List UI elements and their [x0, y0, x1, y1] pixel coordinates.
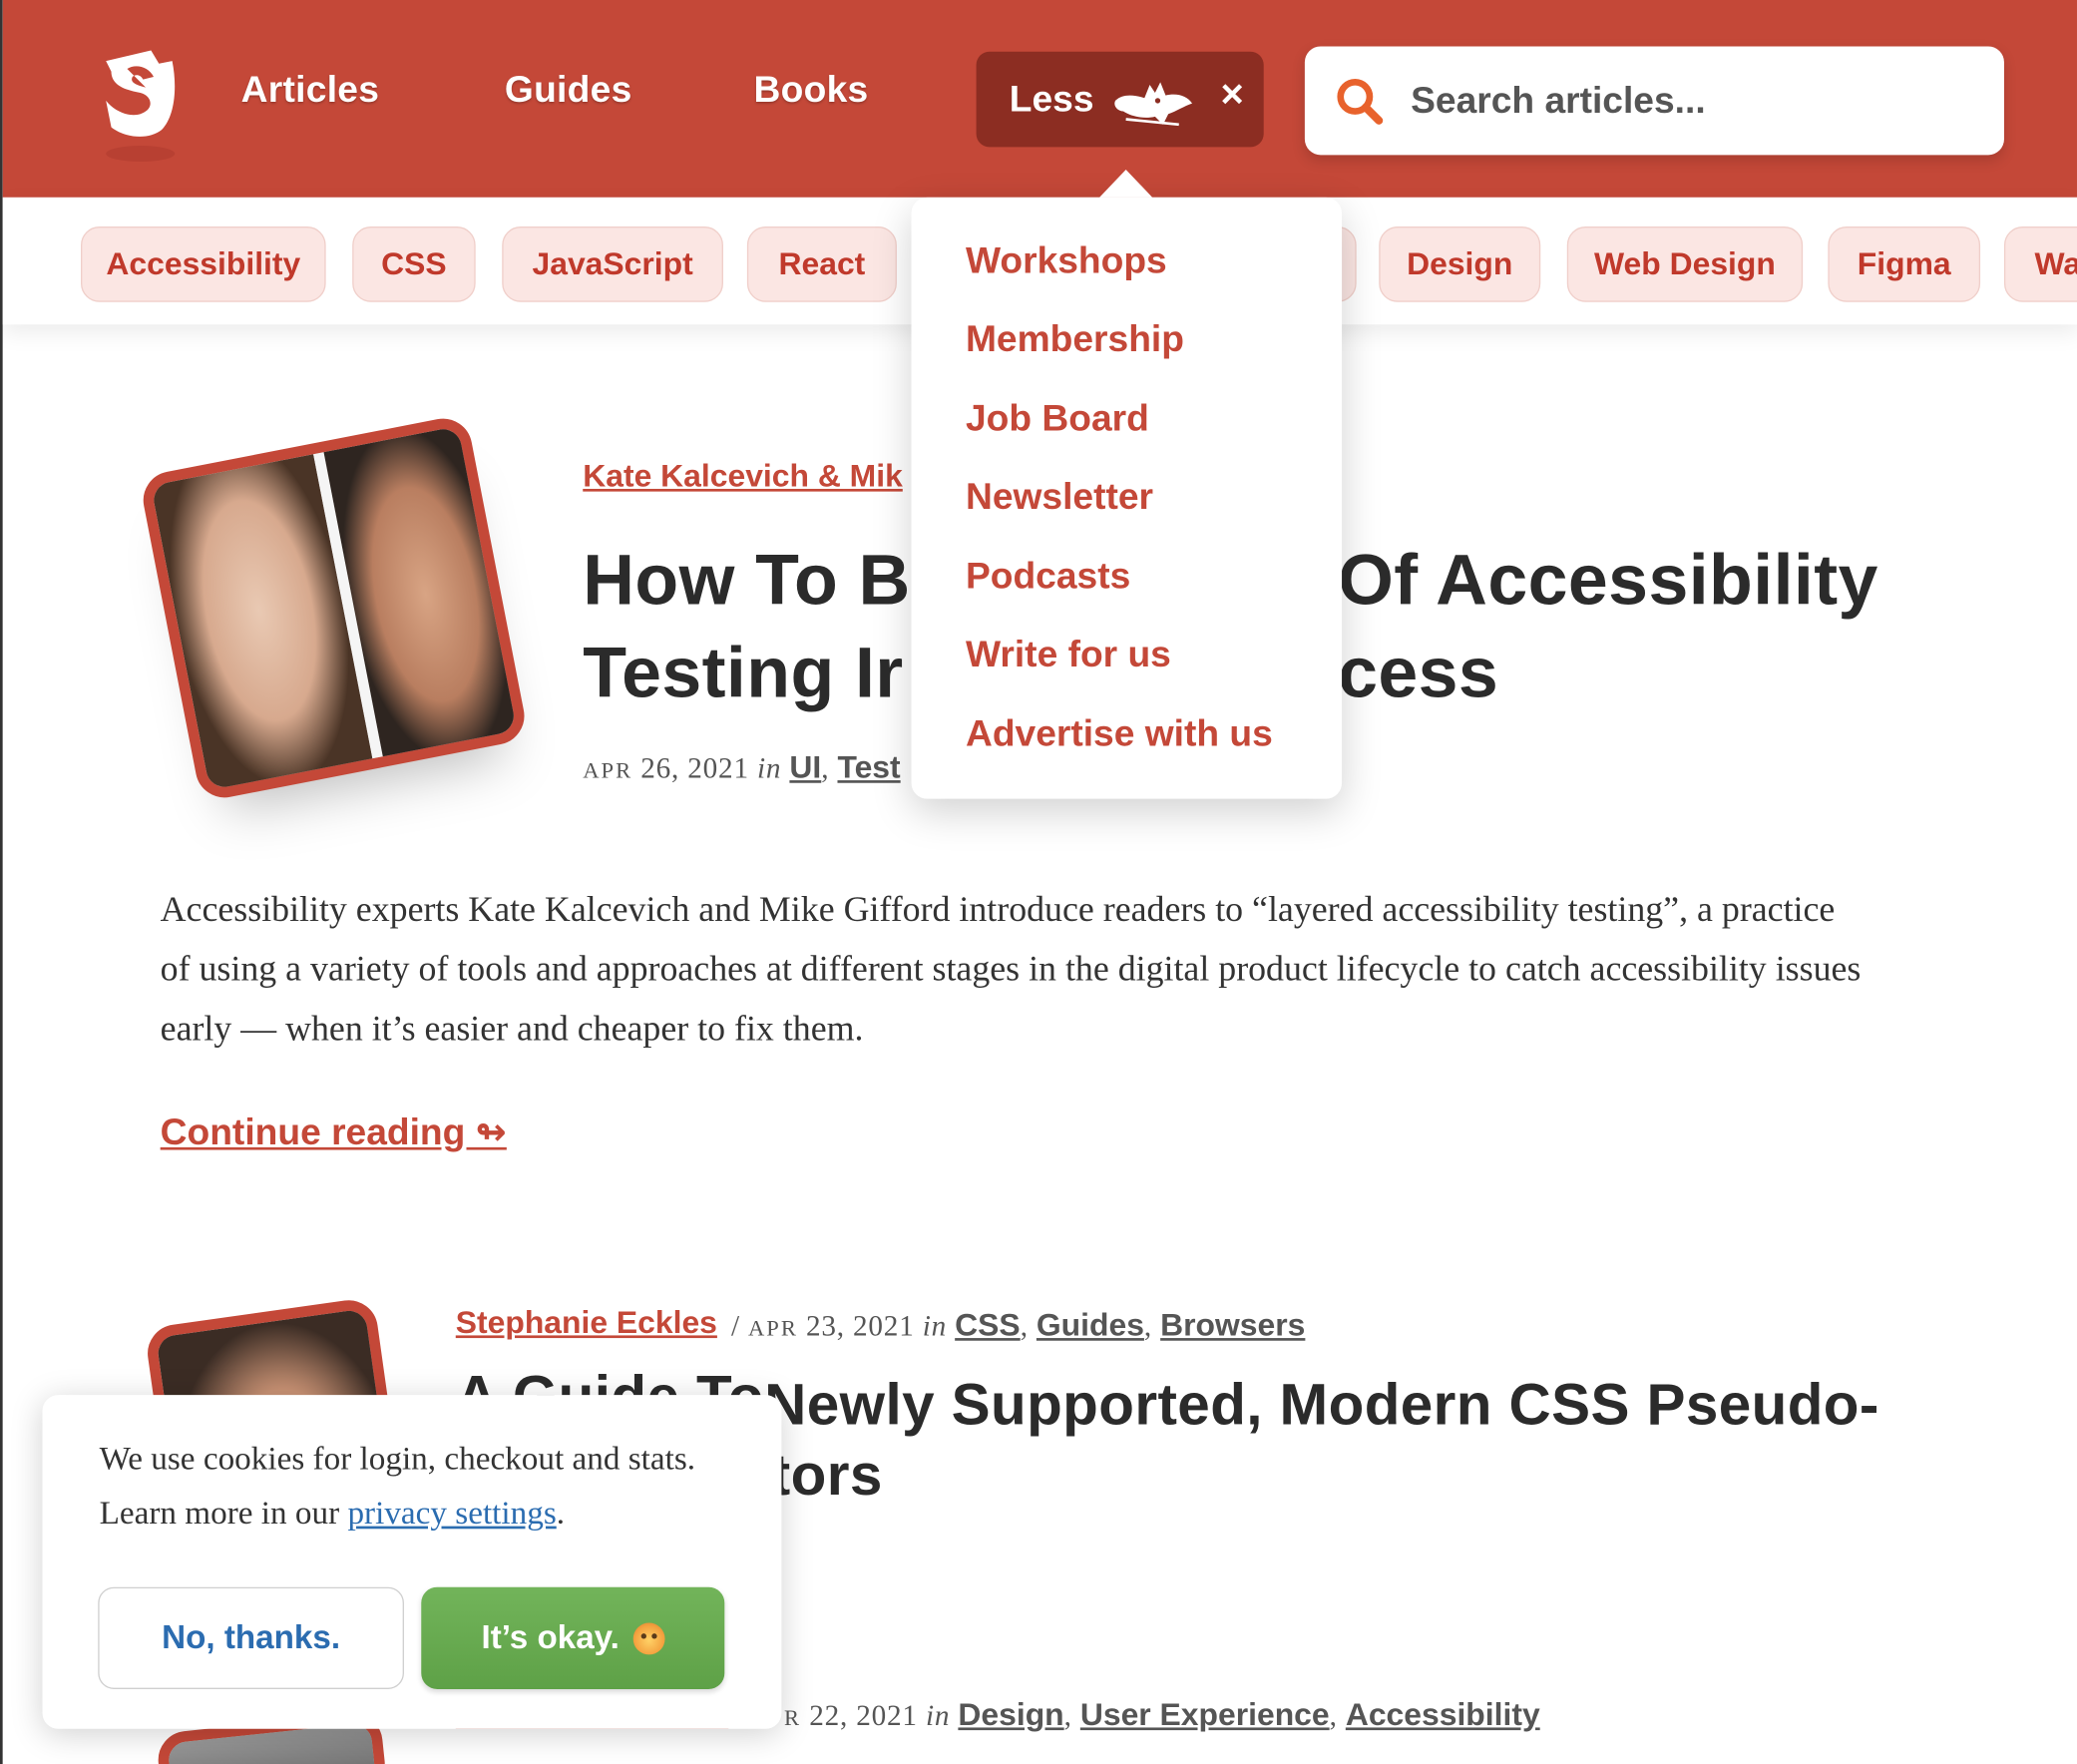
article-title-fragment[interactable]: How To B [583, 534, 910, 627]
nav-guides[interactable]: Guides [505, 69, 632, 111]
tag-web-design[interactable]: Web Design [1566, 226, 1804, 302]
lion-face-icon [632, 1621, 665, 1654]
article-meta: R 22, 2021 in Design, User Experience, A… [784, 1696, 1540, 1733]
dropdown-caret [1099, 169, 1153, 198]
author-photo[interactable] [138, 413, 530, 803]
less-label: Less [1009, 78, 1094, 120]
flying-cat-icon [1114, 82, 1192, 127]
article-meta: APR 26, 2021 in UI, Test [583, 749, 901, 786]
continue-reading-link[interactable]: Continue reading ↬ [161, 1110, 507, 1154]
date-day-year: 26, 2021 [640, 750, 749, 785]
date-day-year: 23, 2021 [805, 1308, 915, 1343]
search-input[interactable] [1411, 79, 1967, 123]
date-day-year: 22, 2021 [809, 1698, 918, 1732]
less-menu-toggle[interactable]: Less × [976, 51, 1264, 148]
search-box[interactable] [1304, 46, 2004, 156]
privacy-settings-link[interactable]: privacy settings [347, 1496, 556, 1532]
smashing-logo-icon[interactable] [96, 48, 184, 170]
tag-react[interactable]: React [746, 226, 897, 302]
menu-item-workshops[interactable]: Workshops [966, 239, 1167, 281]
category-link[interactable]: Test [837, 750, 900, 786]
article-title-fragment[interactable]: Testing Ir [583, 627, 903, 719]
category-link[interactable]: UI [789, 750, 821, 786]
category-link[interactable]: Design [958, 1697, 1063, 1733]
date-month: APR [747, 1315, 798, 1341]
article-title-fragment[interactable]: tors [771, 1439, 883, 1513]
cookie-banner: We use cookies for login, checkout and s… [42, 1395, 782, 1729]
article-title-fragment[interactable]: Of Accessibility [1338, 534, 1878, 627]
category-link[interactable]: Accessibility [1346, 1697, 1540, 1733]
tag-figma[interactable]: Figma [1828, 226, 1981, 302]
article-author[interactable]: Kate Kalcevich & Mik [583, 458, 903, 495]
article-excerpt: Accessibility experts Kate Kalcevich and… [160, 888, 1862, 1049]
category-link[interactable]: CSS [955, 1308, 1021, 1344]
site-header: Articles Guides Books Less × [2, 0, 2077, 198]
tag-design[interactable]: Design [1379, 226, 1541, 302]
menu-item-newsletter[interactable]: Newsletter [966, 476, 1153, 518]
menu-item-podcasts[interactable]: Podcasts [966, 555, 1130, 597]
article-author[interactable]: Stephanie Eckles [456, 1305, 717, 1342]
article-title-fragment[interactable]: Newly Supported, Modern CSS Pseudo- [764, 1369, 1879, 1443]
article-meta: / APR 23, 2021 in CSS, Guides, Browsers [730, 1307, 1306, 1344]
category-link[interactable]: User Experience [1080, 1697, 1330, 1733]
tag-css[interactable]: CSS [352, 226, 476, 302]
meta-in: in [922, 1308, 948, 1343]
decline-cookies-button[interactable]: No, thanks. [98, 1586, 404, 1689]
nav-books[interactable]: Books [754, 69, 869, 111]
menu-item-write-for-us[interactable]: Write for us [966, 634, 1171, 675]
article-title-fragment[interactable]: cess [1338, 627, 1498, 719]
tag-accessibility[interactable]: Accessibility [80, 226, 326, 302]
menu-item-membership[interactable]: Membership [966, 318, 1184, 360]
date-month: R [784, 1704, 802, 1731]
menu-item-job-board[interactable]: Job Board [966, 397, 1149, 439]
menu-item-advertise[interactable]: Advertise with us [966, 712, 1273, 754]
search-icon [1337, 79, 1384, 125]
nav-articles[interactable]: Articles [241, 69, 380, 111]
category-link[interactable]: Browsers [1160, 1308, 1305, 1344]
tag-wa[interactable]: Wa [2003, 226, 2077, 302]
accept-label: It’s okay. [481, 1618, 620, 1656]
date-month: APR [583, 757, 633, 783]
category-link[interactable]: Guides [1037, 1308, 1144, 1344]
cookie-text-end: . [556, 1496, 566, 1532]
meta-separator: / [730, 1308, 740, 1343]
cookie-text: We use cookies for login, checkout and s… [100, 1432, 749, 1541]
close-icon[interactable]: × [1221, 73, 1244, 118]
tag-javascript[interactable]: JavaScript [502, 226, 723, 302]
meta-in: in [925, 1698, 951, 1732]
less-dropdown-menu: Workshops Membership Job Board Newslette… [911, 197, 1343, 799]
page: Articles Guides Books Less × Accessibili… [0, 0, 2077, 1764]
meta-in: in [756, 750, 782, 785]
accept-cookies-button[interactable]: It’s okay. [421, 1586, 725, 1689]
